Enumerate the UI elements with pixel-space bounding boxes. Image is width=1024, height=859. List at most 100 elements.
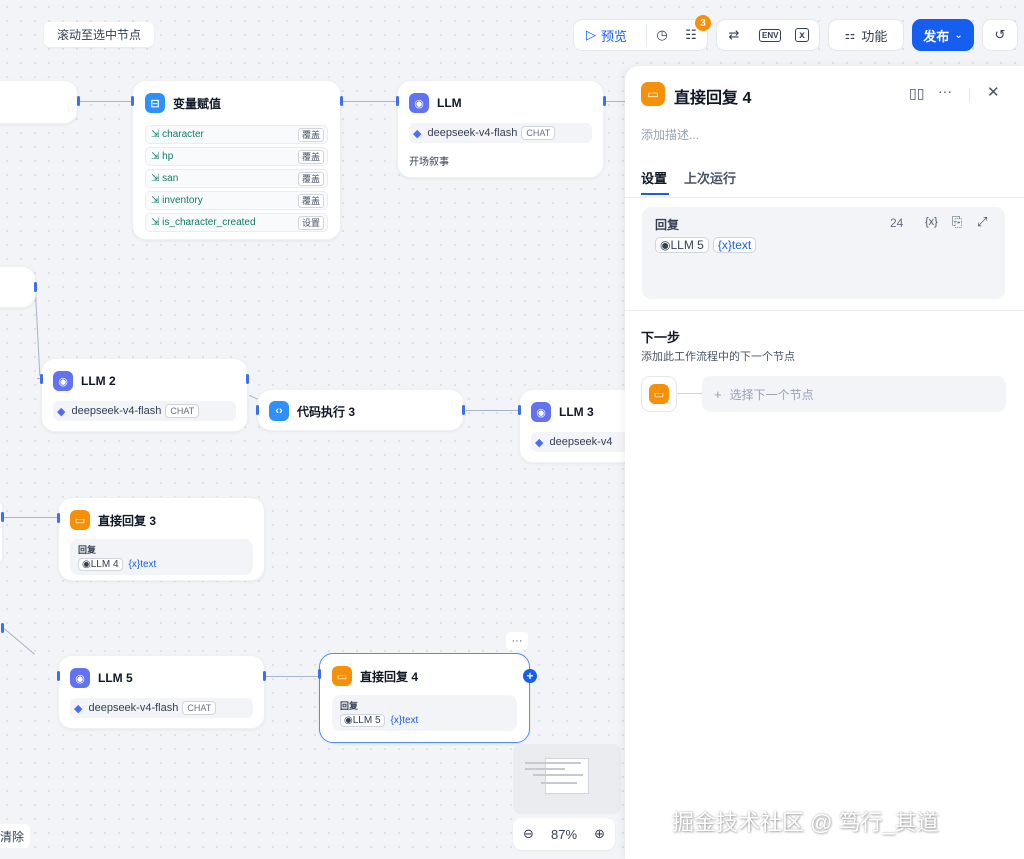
node-handle[interactable] [518, 405, 521, 415]
node-title: LLM 2 [81, 374, 116, 388]
assigner-icon: ⊟ [145, 93, 165, 113]
node-handle[interactable] [40, 374, 43, 384]
llm-icon: ◉ [409, 93, 429, 113]
var-row: ⇲ san 覆盖 [145, 169, 328, 188]
model-name: deepseek-v4-flash [71, 405, 162, 417]
grid-icon: ⚏ [844, 28, 856, 42]
ref-node-pill: ◉ LLM 5 [340, 714, 385, 727]
divider [646, 24, 647, 46]
tab-settings[interactable]: 设置 [641, 168, 667, 187]
node-llm[interactable]: ◉ LLM ◆ deepseek-v4-flash CHAT 开场叙事 [397, 80, 604, 178]
preview-button[interactable]: 预览 [601, 26, 627, 45]
node-handle[interactable] [1, 623, 4, 633]
reply-editor[interactable]: 回复 24 {x} ⎘ ⤢ ◉ LLM 5 {x}text [642, 207, 1005, 299]
node-handle[interactable] [34, 282, 37, 292]
more-icon[interactable]: ··· [938, 83, 952, 99]
llm-small-icon: ◉ [82, 559, 91, 570]
node-llm-5[interactable]: ◉ LLM 5 ◆ deepseek-v4-flash CHAT [58, 655, 265, 729]
node-answer-4[interactable]: ▭ 直接回复 4 回复 ◉ LLM 5 {x}text [319, 653, 530, 743]
copy-icon[interactable]: ⎘ [952, 214, 962, 230]
model-mode-tag: CHAT [182, 701, 217, 715]
node-title: LLM [437, 96, 462, 110]
llm-icon: ◉ [531, 402, 551, 422]
reply-content: 回复 ◉ LLM 5 {x}text [332, 695, 517, 731]
scroll-to-selected-button[interactable]: 滚动至选中节点 [44, 22, 155, 47]
node-handle[interactable] [462, 405, 465, 415]
node-title: 变量赋值 [173, 96, 222, 111]
panel-title[interactable]: 直接回复 4 [674, 84, 751, 108]
tab-last-run[interactable]: 上次运行 [684, 168, 736, 187]
node-variable-assigner[interactable]: ⊟ 变量赋值 ⇲ character 覆盖 ⇲ hp 覆盖 ⇲ san 覆盖 ⇲ in… [132, 80, 341, 240]
reply-icon: ▭ [332, 666, 352, 686]
var-name: san [162, 173, 179, 184]
node-handle[interactable] [131, 96, 134, 106]
insert-variable-icon[interactable]: {x} [925, 216, 938, 228]
clear-button[interactable]: 清除 [0, 824, 31, 848]
node-handle[interactable] [57, 671, 60, 681]
edge [34, 286, 41, 376]
minimap-node [525, 762, 581, 764]
node-handle[interactable] [318, 669, 321, 679]
partial-node[interactable] [0, 80, 78, 124]
version-history-button[interactable]: ↺ [982, 19, 1018, 51]
node-title: 直接回复 3 [98, 513, 157, 528]
reply-reference: ◉ LLM 5 {x}text [655, 237, 757, 253]
reply-icon: ▭ [649, 384, 669, 404]
select-next-node-button[interactable]: + 选择下一个节点 [702, 376, 1006, 412]
llm-small-icon: ◉ [660, 238, 671, 252]
llm-icon: ◉ [70, 668, 90, 688]
node-handle[interactable] [77, 96, 80, 106]
deepseek-icon: ◆ [57, 405, 66, 418]
zoom-level[interactable]: 87% [551, 827, 577, 842]
expand-icon[interactable]: ⤢ [977, 214, 987, 230]
node-llm-2[interactable]: ◉ LLM 2 ◆ deepseek-v4-flash CHAT [41, 358, 248, 432]
node-more-button[interactable]: ··· [506, 632, 528, 650]
description-input[interactable]: 添加描述... [641, 126, 699, 143]
node-settings-panel: ▭ 直接回复 4 ▯▯ ··· ✕ 添加描述... 设置 上次运行 回复 24 … [625, 66, 1024, 859]
partial-node[interactable] [0, 266, 36, 308]
model-row: ◆ deepseek-v4-flash CHAT [409, 123, 592, 143]
var-op: 覆盖 [297, 193, 324, 208]
var-op: 覆盖 [297, 149, 324, 164]
features-button[interactable]: ⚏ 功能 [828, 19, 904, 51]
edge [266, 676, 320, 677]
node-handle[interactable] [396, 96, 399, 106]
node-handle[interactable] [1, 512, 4, 522]
char-count: 24 [890, 216, 904, 230]
node-answer-3[interactable]: ▭ 直接回复 3 回复 ◉ LLM 4 {x}text [58, 497, 265, 581]
global-vars-icon[interactable]: x [795, 28, 809, 42]
help-doc-icon[interactable]: ▯▯ [909, 85, 924, 102]
node-handle[interactable] [603, 96, 606, 106]
ref-var: {x}text [390, 715, 419, 726]
conversation-vars-icon[interactable]: ⇄ [723, 27, 745, 43]
zoom-out-icon[interactable]: ⊖ [523, 826, 534, 842]
ref-var-name: text [140, 559, 157, 570]
node-title: LLM 5 [98, 671, 133, 685]
node-code-3[interactable]: ‹› 代码执行 3 [257, 389, 464, 431]
minimap[interactable] [513, 744, 621, 814]
node-handle[interactable] [256, 405, 259, 415]
node-handle[interactable] [57, 513, 60, 523]
env-icon[interactable]: ENV [759, 28, 782, 42]
add-next-node-icon[interactable]: + [523, 669, 537, 683]
node-title: LLM 3 [559, 405, 594, 419]
run-history-icon[interactable]: ◷ [651, 27, 673, 43]
node-handle[interactable] [263, 671, 266, 681]
partial-node[interactable] [0, 497, 3, 567]
divider [969, 88, 970, 102]
publish-button[interactable]: 发布 ⌄ [912, 19, 974, 51]
var-row: ⇲ is_character_created 设置 [145, 213, 328, 232]
reply-content: 回复 ◉ LLM 4 {x}text [70, 539, 253, 575]
llm-small-icon: ◉ [344, 715, 353, 726]
code-icon: ‹› [269, 401, 289, 421]
var-name: character [162, 129, 204, 140]
history-icon: ↺ [994, 27, 1006, 42]
close-icon[interactable]: ✕ [987, 83, 1000, 101]
node-handle[interactable] [246, 374, 249, 384]
zoom-in-icon[interactable]: ⊕ [594, 826, 605, 842]
current-node-icon: ▭ [641, 376, 677, 412]
node-handle[interactable] [340, 96, 343, 106]
var-icon: ⇲ [151, 217, 163, 228]
deepseek-icon: ◆ [74, 702, 83, 715]
llm-icon: ◉ [53, 371, 73, 391]
